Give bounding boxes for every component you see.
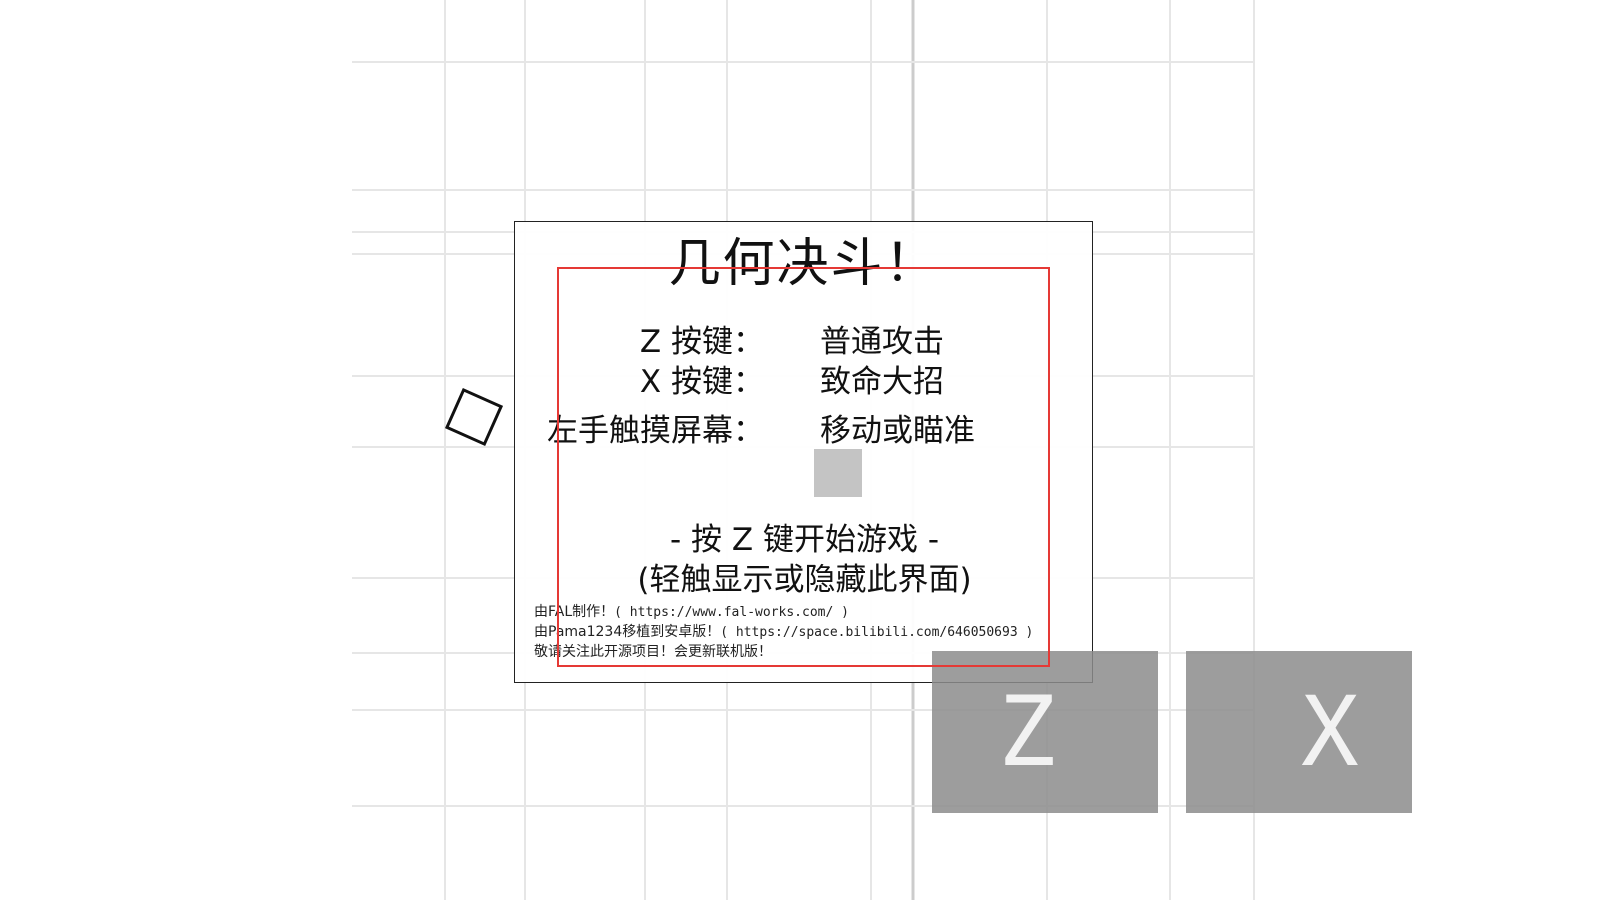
control-row-z: Z 按键： 普通攻击 — [515, 322, 1094, 362]
control-action-label: 移动或瞄准 — [820, 413, 975, 449]
credit-link[interactable]: ( https://www.fal-works.com/ ) — [614, 605, 849, 620]
control-row-touch: 左手触摸屏幕： 移动或瞄准 — [515, 411, 1094, 451]
credit-line-port: 由Pama1234移植到安卓版！( https://space.bilibili… — [534, 622, 1033, 643]
credit-line-notice: 敬请关注此开源项目！会更新联机版！ — [534, 642, 772, 662]
start-prompt: - 按 Z 键开始游戏 - — [669, 522, 940, 558]
x-button-label: X — [1301, 676, 1359, 788]
toggle-hint: (轻触显示或隐藏此界面) — [637, 562, 972, 598]
credit-text: 敬请关注此开源项目！会更新联机版！ — [534, 644, 772, 660]
credit-text: 由FAL制作！ — [534, 604, 615, 620]
control-row-x: X 按键： 致命大招 — [515, 362, 1094, 402]
game-title: 几何决斗！ — [668, 234, 939, 294]
game-stage[interactable]: 几何决斗！ Z 按键： 普通攻击 X 按键： 致命大招 左手触摸屏幕： 移动或瞄… — [0, 0, 1600, 900]
credit-link[interactable]: ( https://space.bilibili.com/646050693 ) — [720, 625, 1033, 640]
credit-line-author: 由FAL制作！( https://www.fal-works.com/ ) — [534, 602, 849, 623]
start-screen-panel[interactable]: 几何决斗！ Z 按键： 普通攻击 X 按键： 致命大招 左手触摸屏幕： 移动或瞄… — [514, 221, 1093, 683]
x-ultimate-button[interactable]: X — [1186, 651, 1412, 813]
control-key-label: 左手触摸屏幕： — [547, 413, 764, 449]
square-icon — [814, 449, 862, 497]
credit-text: 由Pama1234移植到安卓版！ — [534, 624, 721, 640]
control-action-label: 致命大招 — [820, 364, 944, 400]
z-button-label: Z — [998, 676, 1056, 788]
control-action-label: 普通攻击 — [820, 324, 944, 360]
control-key-label: X 按键： — [639, 364, 764, 400]
control-key-label: Z 按键： — [639, 324, 764, 360]
z-attack-button[interactable]: Z — [932, 651, 1158, 813]
